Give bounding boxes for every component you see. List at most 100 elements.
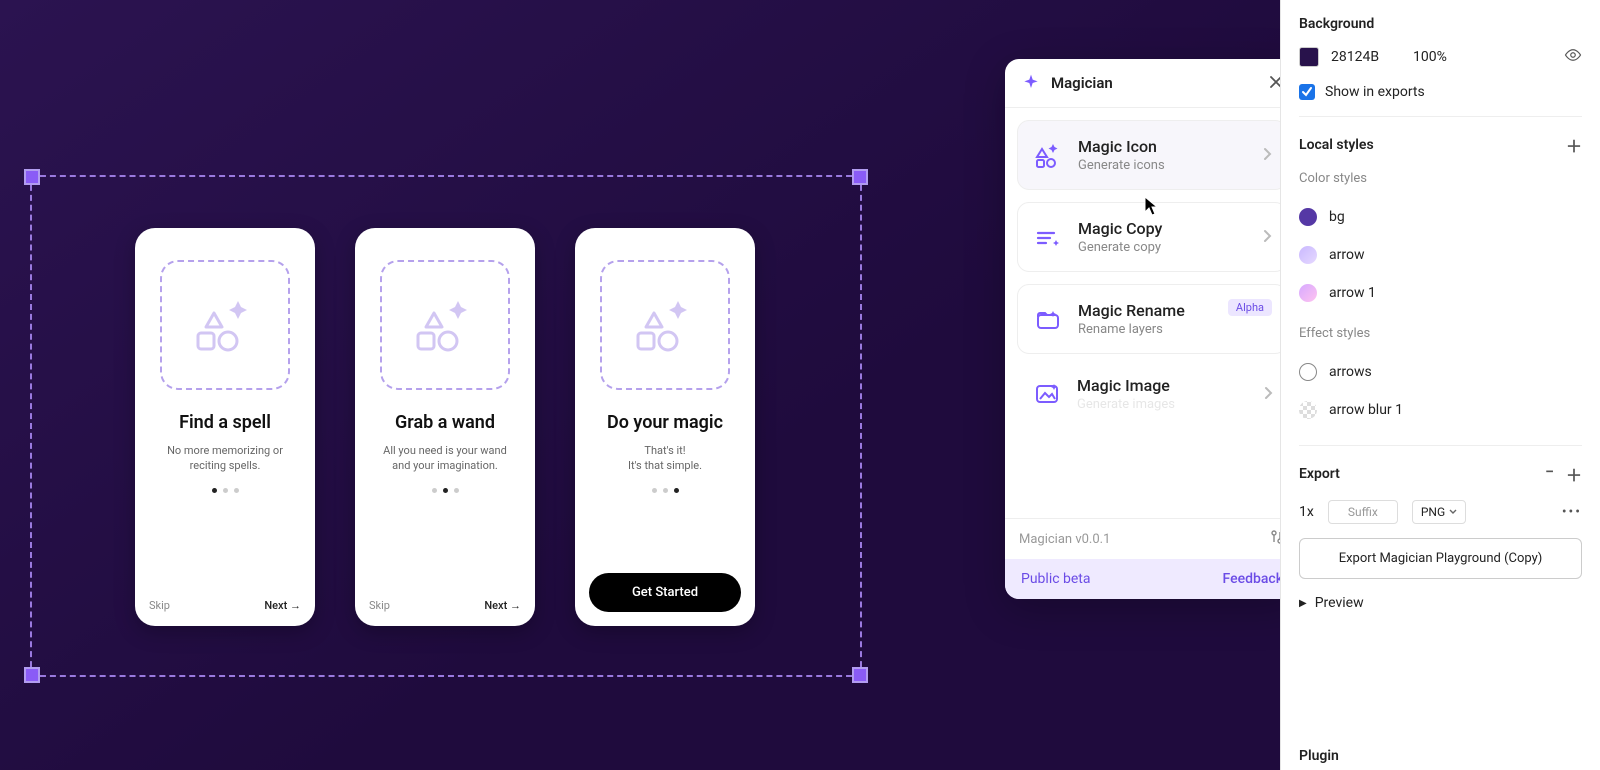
plugin-footer: Public beta Feedback [1005,559,1280,599]
selection-handle-top-right[interactable] [852,169,868,185]
effect-swatch-icon [1299,363,1317,381]
skip-link[interactable]: Skip [149,599,170,612]
feature-title: Magic Copy [1078,219,1162,238]
page-dots [212,488,239,493]
feature-subtitle: Generate images [1077,397,1175,412]
card-subtitle: No more memorizing or reciting spells. [149,443,301,474]
color-styles-label: Color styles [1299,171,1582,186]
shapes-icon [1032,139,1064,171]
onboarding-frames: Find a spell No more memorizing or recit… [135,228,755,626]
feedback-link[interactable]: Feedback [1223,571,1280,587]
color-style-name: bg [1329,209,1345,225]
preview-toggle[interactable]: ▶ Preview [1299,579,1582,627]
bg-hex-value[interactable]: 28124B [1331,49,1401,65]
image-icon [1031,378,1063,410]
feature-title: Magic Rename [1078,301,1185,320]
background-label: Background [1299,16,1582,32]
color-style-arrow1[interactable]: arrow 1 [1299,274,1582,312]
feature-subtitle: Generate copy [1078,240,1162,255]
feature-magic-copy[interactable]: Magic Copy Generate copy [1017,202,1280,272]
local-styles-label: Local styles [1299,137,1374,153]
effect-style-arrow-blur[interactable]: arrow blur 1 [1299,391,1582,429]
close-icon [1269,75,1280,89]
export-suffix-input[interactable]: Suffix [1328,500,1398,524]
feature-subtitle: Rename layers [1078,322,1185,337]
plugin-version: Magician v0.0.1 [1019,532,1110,547]
page-dots [432,488,459,493]
selection-handle-top-left[interactable] [24,169,40,185]
bg-color-swatch[interactable] [1299,47,1319,67]
preview-label: Preview [1315,595,1364,611]
effect-styles-label: Effect styles [1299,326,1582,341]
shapes-sparkle-icon [410,295,480,355]
placeholder-illustration [380,260,510,390]
remove-export-button[interactable]: − [1545,462,1554,486]
card-title: Find a spell [179,412,271,433]
plugin-header[interactable]: Magician [1005,59,1280,108]
bg-opacity-value[interactable]: 100% [1413,49,1463,65]
placeholder-illustration [600,260,730,390]
card-subtitle: All you need is your wand and your imagi… [369,443,521,474]
shapes-sparkle-icon [630,295,700,355]
feature-magic-image[interactable]: Magic Image Generate images [1017,366,1280,412]
show-in-exports-label: Show in exports [1325,84,1425,100]
export-more-button[interactable]: ••• [1562,504,1582,520]
color-style-arrow[interactable]: arrow [1299,236,1582,274]
chevron-down-icon [1449,509,1457,515]
get-started-button[interactable]: Get Started [589,573,741,612]
export-section: Export − ＋ 1x Suffix PNG ••• Export Magi… [1299,446,1582,643]
export-scale[interactable]: 1x [1299,504,1314,520]
selection-handle-bottom-left[interactable] [24,667,40,683]
plugin-window[interactable]: Magician Magic Icon Generate icons [1005,59,1280,599]
card-title: Do your magic [607,412,723,433]
folder-icon [1032,303,1064,335]
inspector-panel[interactable]: Background 28124B 100% Show in exports L… [1280,0,1600,770]
color-swatch-icon [1299,284,1317,302]
lines-icon [1032,221,1064,253]
color-style-bg[interactable]: bg [1299,198,1582,236]
alpha-badge: Alpha [1228,299,1272,316]
close-button[interactable] [1269,74,1280,93]
feature-magic-icon[interactable]: Magic Icon Generate icons [1017,120,1280,190]
selection-handle-bottom-right[interactable] [852,667,868,683]
skip-link[interactable]: Skip [369,599,390,612]
plugin-body: Magic Icon Generate icons Magic Copy Gen… [1005,108,1280,518]
color-style-name: arrow [1329,247,1364,263]
design-canvas[interactable]: Find a spell No more memorizing or recit… [0,0,1280,770]
effect-style-name: arrows [1329,364,1372,380]
page-dots [652,488,679,493]
export-button[interactable]: Export Magician Playground (Copy) [1299,538,1582,579]
sparkle-icon [1021,73,1041,93]
next-link[interactable]: Next → [484,599,521,612]
plugin-version-bar: Magician v0.0.1 [1005,518,1280,559]
local-styles-section: Local styles ＋ Color styles bg arrow arr… [1299,117,1582,446]
add-style-button[interactable]: ＋ [1566,133,1582,157]
export-label: Export [1299,466,1340,482]
export-format-select[interactable]: PNG [1412,500,1466,524]
feature-magic-rename[interactable]: Alpha Magic Rename Rename layers [1017,284,1280,354]
onboarding-card-1[interactable]: Find a spell No more memorizing or recit… [135,228,315,626]
color-style-name: arrow 1 [1329,285,1376,301]
public-beta-label[interactable]: Public beta [1021,571,1091,587]
effect-style-arrows[interactable]: arrows [1299,353,1582,391]
show-in-exports-checkbox[interactable] [1299,84,1315,100]
effect-swatch-icon [1299,401,1317,419]
effect-style-name: arrow blur 1 [1329,402,1403,418]
color-swatch-icon [1299,208,1317,226]
card-subtitle: That's it! It's that simple. [622,443,708,474]
visibility-toggle[interactable] [1564,46,1582,68]
color-swatch-icon [1299,246,1317,264]
next-link[interactable]: Next → [264,599,301,612]
chevron-right-icon [1262,146,1272,165]
chevron-right-icon [1263,385,1273,404]
add-export-button[interactable]: ＋ [1566,462,1582,486]
placeholder-illustration [160,260,290,390]
plugin-section-label: Plugin [1299,748,1339,764]
card-title: Grab a wand [395,412,495,433]
shapes-sparkle-icon [190,295,260,355]
onboarding-card-2[interactable]: Grab a wand All you need is your wand an… [355,228,535,626]
plugin-title: Magician [1051,74,1259,92]
feature-title: Magic Icon [1078,137,1165,156]
onboarding-card-3[interactable]: Do your magic That's it! It's that simpl… [575,228,755,626]
settings-icon[interactable] [1269,529,1280,549]
